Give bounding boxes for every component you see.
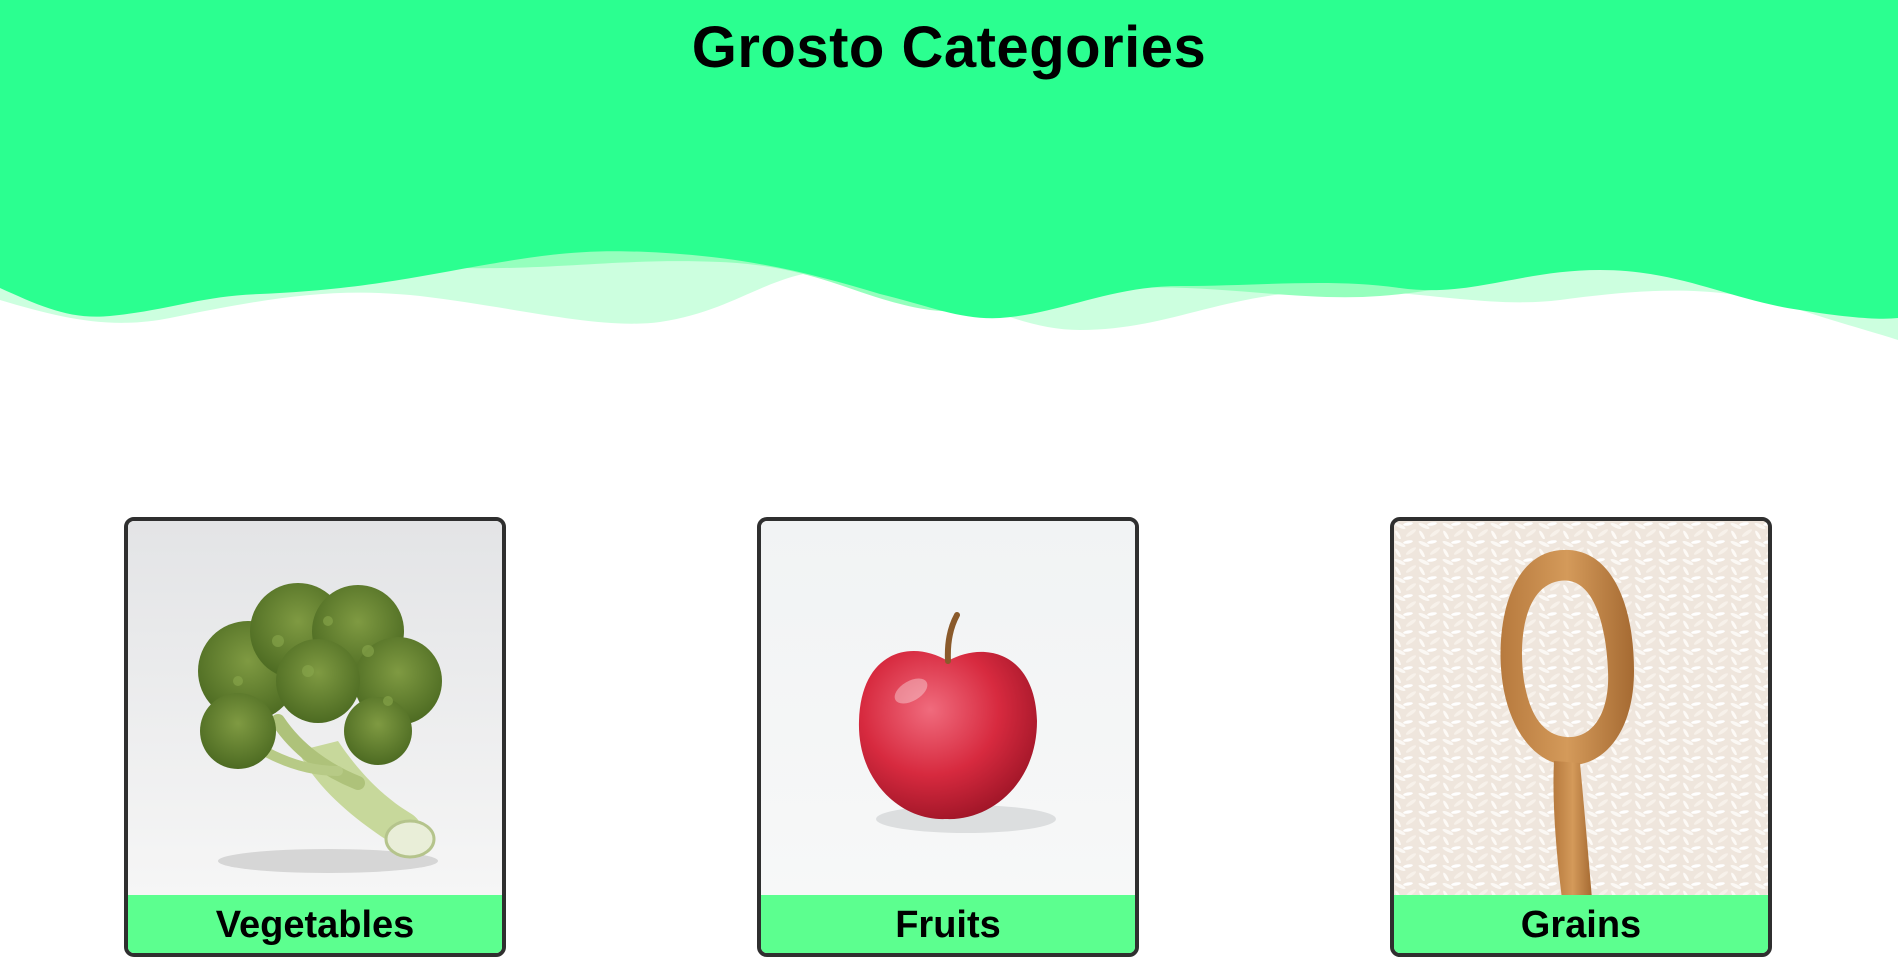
page-title: Grosto Categories <box>691 15 1207 80</box>
category-label-vegetables: Vegetables <box>128 895 502 953</box>
rice-spoon-image <box>1394 521 1768 899</box>
category-label-fruits: Fruits <box>761 895 1135 953</box>
hero-banner: Grosto Categories <box>0 0 1898 420</box>
broccoli-image <box>128 521 502 899</box>
category-label-grains: Grains <box>1394 895 1768 953</box>
category-card-grains[interactable]: Grains <box>1390 517 1772 957</box>
page: Grosto Categories Vegetables Fruits Grai… <box>0 0 1898 972</box>
category-card-fruits[interactable]: Fruits <box>757 517 1139 957</box>
category-card-vegetables[interactable]: Vegetables <box>124 517 506 957</box>
apple-image <box>761 521 1135 899</box>
